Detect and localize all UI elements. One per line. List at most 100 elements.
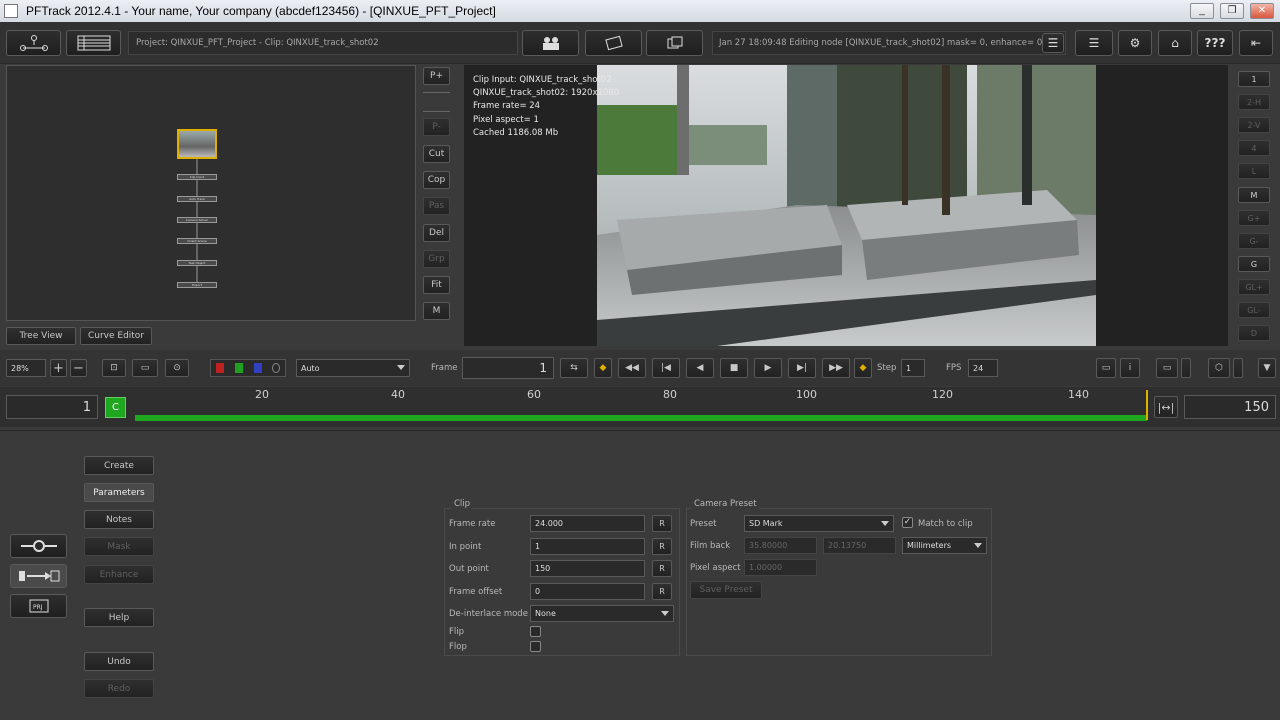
grid-plus-button[interactable]: G+ xyxy=(1238,210,1270,226)
node-tree-icon[interactable] xyxy=(6,30,61,56)
current-frame-marker[interactable]: C xyxy=(105,397,126,418)
film-back-width-input[interactable]: 35.80000 xyxy=(744,537,817,554)
flop-checkbox[interactable] xyxy=(530,641,541,652)
export-arrow-icon[interactable] xyxy=(10,564,67,588)
enhance-button[interactable]: Enhance xyxy=(84,565,154,584)
cube-menu-icon[interactable] xyxy=(1233,358,1243,378)
frame-offset-input[interactable]: 0 xyxy=(530,583,645,600)
node-copy-button[interactable]: Cop xyxy=(423,171,450,189)
node-box[interactable]: Clip Input xyxy=(177,174,217,180)
fit-view-icon[interactable]: ⊡ xyxy=(102,359,126,377)
in-point-input[interactable]: 1 xyxy=(530,538,645,555)
keyframe-prev-icon[interactable]: ◆ xyxy=(594,358,612,378)
blue-channel-icon[interactable] xyxy=(254,363,262,373)
layout-2v-button[interactable]: 2-V xyxy=(1238,117,1270,133)
flip-checkbox[interactable] xyxy=(530,626,541,637)
parameters-button[interactable]: Parameters xyxy=(84,483,154,502)
window-icon[interactable]: ▭ xyxy=(1156,358,1178,378)
overlay-icon[interactable]: ▭ xyxy=(1096,358,1116,378)
center-view-icon[interactable]: ⊙ xyxy=(165,359,189,377)
help-menu-button[interactable]: Help xyxy=(84,608,154,627)
grid-minus-button[interactable]: G- xyxy=(1238,233,1270,249)
save-preset-button[interactable]: Save Preset xyxy=(690,581,762,599)
gl-plus-button[interactable]: GL+ xyxy=(1238,279,1270,295)
node-cut-button[interactable]: Cut xyxy=(423,145,450,163)
node-box[interactable]: Test Object xyxy=(177,260,217,266)
out-point-input[interactable]: 150 xyxy=(530,560,645,577)
redo-button[interactable]: Redo xyxy=(84,679,154,698)
gear-icon[interactable]: ⚙ xyxy=(1118,30,1152,56)
match-clip-checkbox[interactable]: ✓ xyxy=(902,517,913,528)
step-input[interactable]: 1 xyxy=(901,359,925,377)
layout-2h-button[interactable]: 2-H xyxy=(1238,94,1270,110)
close-icon[interactable]: ✕ xyxy=(1250,3,1274,19)
window-menu-icon[interactable] xyxy=(1181,358,1191,378)
zoom-out-icon[interactable]: − xyxy=(70,359,87,377)
node-box[interactable]: Export xyxy=(177,282,217,288)
frame-input[interactable]: 1 xyxy=(462,357,554,379)
fps-input[interactable]: 24 xyxy=(968,359,998,377)
create-button[interactable]: Create xyxy=(84,456,154,475)
node-fit-button[interactable]: Fit xyxy=(423,276,450,294)
undo-button[interactable]: Undo xyxy=(84,652,154,671)
log-list-icon[interactable]: ☰ xyxy=(1042,33,1064,53)
list-view-icon[interactable] xyxy=(66,30,121,56)
zoom-in-icon[interactable]: + xyxy=(50,359,67,377)
alpha-channel-icon[interactable] xyxy=(272,363,280,373)
mask-button[interactable]: Mask xyxy=(84,537,154,556)
dock-panel-icon[interactable]: ⇤ xyxy=(1239,30,1273,56)
notes-button[interactable]: Notes xyxy=(84,510,154,529)
fit-range-icon[interactable]: |↔| xyxy=(1154,396,1178,418)
frame-rate-reset-button[interactable]: R xyxy=(652,515,672,532)
timeline-start-input[interactable]: 1 xyxy=(6,395,98,419)
display-mode-select[interactable]: Auto xyxy=(296,359,410,377)
rewind-icon[interactable]: ◀◀ xyxy=(618,358,646,378)
layout-m-button[interactable]: M xyxy=(1238,187,1270,203)
frame-offset-reset-button[interactable]: R xyxy=(652,583,672,600)
node-box[interactable]: Auto Track xyxy=(177,196,217,202)
minimize-icon[interactable]: _ xyxy=(1190,3,1214,19)
loop-icon[interactable]: ⇆ xyxy=(560,358,588,378)
node-box[interactable]: Camera Solver xyxy=(177,217,217,223)
expand-down-icon[interactable]: ▼ xyxy=(1258,358,1276,378)
pixel-aspect-input[interactable]: 1.00000 xyxy=(744,559,817,576)
media-bin-icon[interactable]: ⌂ xyxy=(1158,30,1192,56)
layout-1-button[interactable]: 1 xyxy=(1238,71,1270,87)
in-point-reset-button[interactable]: R xyxy=(652,538,672,555)
deinterlace-select[interactable]: None xyxy=(530,605,674,622)
help-button[interactable]: ??? xyxy=(1197,30,1233,56)
menu-list-icon[interactable]: ☰ xyxy=(1075,30,1113,56)
fast-forward-icon[interactable]: ▶▶ xyxy=(822,358,850,378)
timeline-end-input[interactable]: 150 xyxy=(1184,395,1276,419)
tab-curve-editor[interactable]: Curve Editor xyxy=(80,327,152,345)
units-select[interactable]: Millimeters xyxy=(902,537,987,554)
node-remove-button[interactable]: P- xyxy=(423,118,450,136)
snapshot-icon[interactable]: ▭ xyxy=(132,359,158,377)
tab-tree-view[interactable]: Tree View xyxy=(6,327,76,345)
play-icon[interactable]: ▶ xyxy=(754,358,782,378)
zoom-field[interactable]: 28% xyxy=(6,359,46,377)
film-back-height-input[interactable]: 20.13750 xyxy=(823,537,896,554)
grid-button[interactable]: G xyxy=(1238,256,1270,272)
project-file-icon[interactable]: PRJ xyxy=(10,594,67,618)
copy-frames-icon[interactable] xyxy=(646,30,703,56)
layout-l-button[interactable]: L xyxy=(1238,163,1270,179)
node-tree-panel[interactable]: Clip Input Auto Track Camera Solver Orie… xyxy=(6,65,416,321)
red-channel-icon[interactable] xyxy=(216,363,224,373)
info-icon[interactable]: i xyxy=(1120,358,1140,378)
node-group-button[interactable]: Grp xyxy=(423,250,450,268)
node-add-button[interactable]: P+ xyxy=(423,67,450,85)
step-back-icon[interactable]: |◀ xyxy=(652,358,680,378)
restore-icon[interactable]: ❐ xyxy=(1220,3,1244,19)
preset-select[interactable]: SD Mark xyxy=(744,515,894,532)
play-backward-icon[interactable]: ◀ xyxy=(686,358,714,378)
node-paste-button[interactable]: Pas xyxy=(423,197,450,215)
clip-film-icon[interactable] xyxy=(585,30,642,56)
node-delete-button[interactable]: Del xyxy=(423,224,450,242)
cube-icon[interactable]: ⬡ xyxy=(1208,358,1230,378)
node-box[interactable]: Orient Scene xyxy=(177,238,217,244)
keyframe-next-icon[interactable]: ◆ xyxy=(854,358,872,378)
gl-minus-button[interactable]: GL- xyxy=(1238,302,1270,318)
stop-icon[interactable]: ■ xyxy=(720,358,748,378)
d-button[interactable]: D xyxy=(1238,325,1270,341)
